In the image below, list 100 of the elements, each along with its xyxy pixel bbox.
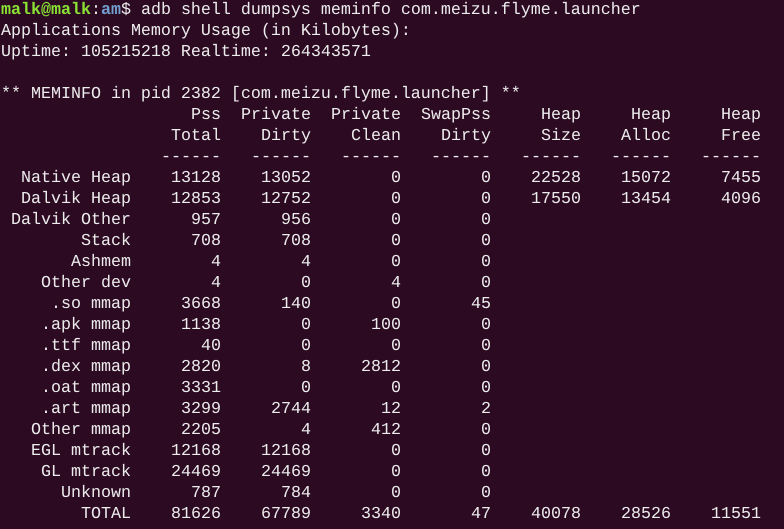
row-label: Dalvik Heap — [20, 189, 131, 210]
row-label: TOTAL — [80, 504, 131, 525]
row-label: .dex mmap — [40, 357, 131, 378]
table-cell-text: 2205 — [180, 420, 221, 441]
column-header: Heap Alloc — [620, 105, 671, 147]
table-cell-text: 0 — [480, 357, 491, 378]
table-cell-text: 67789 — [260, 504, 311, 525]
table-cell-text: 0 — [390, 441, 401, 462]
row-label: Ashmem — [70, 252, 131, 273]
table-cell-text: 0 — [390, 336, 401, 357]
table-cell-text: 0 — [480, 315, 491, 336]
table-cell-text: 15072 — [620, 168, 671, 189]
prompt-path: am — [100, 1, 121, 20]
table-cell-text: 81626 — [170, 504, 221, 525]
table-cell-text: 0 — [390, 231, 401, 252]
column-header: SwapPss Dirty — [420, 105, 491, 147]
separator-dashes: ------ — [430, 147, 491, 168]
table-cell-text: 4 — [390, 273, 401, 294]
table-cell-text: 0 — [480, 441, 491, 462]
table-cell-text: 11551 — [710, 504, 761, 525]
table-cell-text: 2 — [480, 399, 491, 420]
separator-dashes: ------ — [700, 147, 761, 168]
table-cell-text: 140 — [280, 294, 311, 315]
table-cell-text: 12168 — [260, 441, 311, 462]
table-cell-text: 0 — [300, 378, 311, 399]
table-cell-text: 24469 — [170, 462, 221, 483]
table-cell-text: 0 — [480, 420, 491, 441]
table-cell-text: 0 — [480, 252, 491, 273]
row-label: Stack — [80, 231, 131, 252]
table-cell-text: 0 — [480, 483, 491, 504]
table-cell-text: 0 — [480, 168, 491, 189]
table-cell-text: 0 — [390, 294, 401, 315]
table-cell-text: 4096 — [720, 189, 761, 210]
separator-dashes: ------ — [340, 147, 401, 168]
row-label: .ttf mmap — [40, 336, 131, 357]
table-cell-text: 28526 — [620, 504, 671, 525]
separator-dashes: ------ — [160, 147, 221, 168]
table-cell-text: 0 — [480, 273, 491, 294]
table-cell-text: 13052 — [260, 168, 311, 189]
table-cell-text: 24469 — [260, 462, 311, 483]
table-cell-text: 0 — [390, 189, 401, 210]
row-label: .art mmap — [40, 399, 131, 420]
table-cell-text: 0 — [390, 210, 401, 231]
table-cell-text: 7455 — [720, 168, 761, 189]
table-cell-text: 0 — [480, 462, 491, 483]
table-cell-text: 13128 — [170, 168, 221, 189]
table-cell-text: 12 — [380, 399, 401, 420]
row-label: .oat mmap — [40, 378, 131, 399]
table-cell-text: 8 — [300, 357, 311, 378]
table-cell-text: 12752 — [260, 189, 311, 210]
table-cell-text: 0 — [300, 336, 311, 357]
table-cell-text: 4 — [210, 252, 221, 273]
table-cell-text: 4 — [300, 420, 311, 441]
table-cell-text: 4 — [210, 273, 221, 294]
column-header: Heap Free — [720, 105, 761, 147]
table-cell-text: 0 — [300, 315, 311, 336]
column-header: Heap Size — [540, 105, 581, 147]
table-cell-text: 100 — [370, 315, 401, 336]
table-cell-text: 0 — [390, 483, 401, 504]
row-label: Other dev — [40, 273, 131, 294]
table-cell-text: 0 — [480, 231, 491, 252]
table-cell-text: 17550 — [530, 189, 581, 210]
table-cell-text: 0 — [390, 378, 401, 399]
column-header: Private Dirty — [240, 105, 311, 147]
table-cell-text: 12168 — [170, 441, 221, 462]
table-cell-text: 412 — [370, 420, 401, 441]
table-cell-text: 708 — [280, 231, 311, 252]
prompt-user-host: malk@malk — [1, 1, 91, 20]
table-cell-text: 3340 — [360, 504, 401, 525]
table-cell-text: 1138 — [180, 315, 221, 336]
separator-dashes: ------ — [610, 147, 671, 168]
row-label: Dalvik Other — [10, 210, 131, 231]
table-cell-text: 2744 — [270, 399, 311, 420]
table-cell-text: 0 — [480, 189, 491, 210]
table-cell-text: 0 — [480, 210, 491, 231]
table-cell-text: 2812 — [360, 357, 401, 378]
row-label: EGL mtrack — [30, 441, 131, 462]
table-cell-text: 3668 — [180, 294, 221, 315]
table-cell-text: 45 — [470, 294, 491, 315]
table-cell-text: 0 — [390, 462, 401, 483]
separator-dashes: ------ — [520, 147, 581, 168]
table-cell-text: 12853 — [170, 189, 221, 210]
output-line: Uptime: 105215218 Realtime: 264343571 — [1, 43, 371, 62]
table-cell-text: 0 — [390, 168, 401, 189]
table-cell-text: 0 — [300, 273, 311, 294]
table-cell-text: 3331 — [180, 378, 221, 399]
table-cell-text: 0 — [390, 252, 401, 273]
table-cell-text: 47 — [470, 504, 491, 525]
row-label: Other mmap — [30, 420, 131, 441]
table-cell-text: 0 — [480, 378, 491, 399]
prompt-separator: : — [90, 1, 101, 20]
table-cell-text: 0 — [480, 336, 491, 357]
row-label: Unknown — [60, 483, 131, 504]
table-cell-text: 22528 — [530, 168, 581, 189]
table-cell-text: 787 — [190, 483, 221, 504]
table-cell-text: 2820 — [180, 357, 221, 378]
table-cell-text: 708 — [190, 231, 221, 252]
table-cell-text: 4 — [300, 252, 311, 273]
command-text: $ adb shell dumpsys meminfo com.meizu.flyme.launcher — [120, 1, 641, 20]
table-cell-text: 40078 — [530, 504, 581, 525]
